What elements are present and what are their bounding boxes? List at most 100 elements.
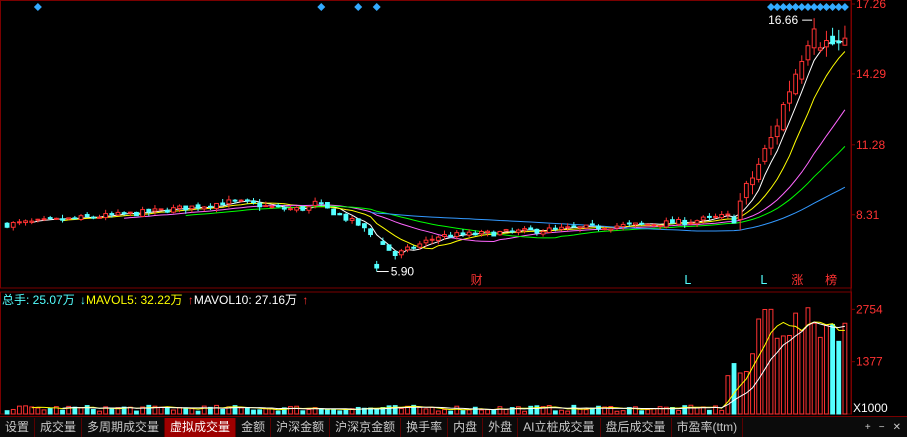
- volume-bar: [682, 405, 688, 415]
- candle-body: [817, 47, 823, 51]
- volume-bar: [497, 406, 503, 415]
- volume-bar: [614, 410, 620, 415]
- candle-body: [768, 137, 774, 149]
- close-icon[interactable]: ✕: [893, 422, 901, 433]
- plus-icon[interactable]: +: [865, 422, 871, 433]
- candle-body: [454, 232, 460, 237]
- volume-bar: [251, 409, 256, 415]
- candle-body: [577, 226, 583, 229]
- tab-pe-ttm[interactable]: 市盈率(ttm): [672, 417, 744, 437]
- volume-bar: [238, 407, 244, 415]
- volume-bar: [374, 408, 380, 415]
- candle-body: [700, 216, 706, 221]
- candle-body: [762, 148, 768, 162]
- candle-body: [177, 205, 182, 209]
- volume-bar: [793, 312, 799, 415]
- tab-turnover-rate[interactable]: 换手率: [401, 417, 449, 437]
- volume-bar: [836, 340, 842, 415]
- tab-inner-volume[interactable]: 内盘: [448, 417, 484, 437]
- candle-body: [830, 35, 836, 45]
- candle-body: [127, 211, 133, 214]
- candle-body: [405, 246, 410, 251]
- candle-body: [774, 125, 780, 138]
- candle-body: [411, 246, 417, 249]
- volume-bar: [811, 322, 817, 415]
- candle-body: [60, 218, 65, 221]
- volume-bar: [171, 409, 176, 415]
- candle-body: [472, 232, 478, 236]
- candle-body: [158, 208, 164, 211]
- candle-body: [10, 222, 16, 228]
- tab-volume[interactable]: 成交量: [35, 417, 83, 437]
- candle-body: [608, 228, 614, 231]
- candle-body: [269, 206, 275, 209]
- candle-body: [731, 216, 737, 224]
- volume-bar: [16, 405, 22, 415]
- volume-bar: [725, 375, 731, 415]
- candle-body: [429, 238, 435, 241]
- candle-body: [688, 222, 694, 225]
- volume-unit-label: X1000: [853, 401, 888, 415]
- candle-body: [626, 222, 632, 225]
- volume-bar: [657, 406, 663, 415]
- event-marker: 涨: [791, 272, 803, 287]
- candle-body: [171, 207, 176, 213]
- candle-body: [294, 206, 300, 211]
- candle-body: [152, 208, 158, 212]
- candle-body: [47, 217, 53, 220]
- volume-bar: [134, 410, 139, 415]
- volume-bar: [158, 406, 164, 415]
- candle-body: [565, 226, 571, 229]
- candle-body: [201, 206, 207, 210]
- tab-sh-sz-amount[interactable]: 沪深金额: [271, 417, 331, 437]
- volume-bar: [651, 408, 657, 415]
- volume-bar: [824, 324, 829, 415]
- tab-multi-period-volume[interactable]: 多周期成交量: [82, 417, 166, 437]
- candle-body: [288, 208, 293, 211]
- candle-body: [109, 213, 115, 216]
- candle-body: [682, 219, 688, 226]
- volume-bar: [84, 405, 90, 415]
- candle-body: [448, 234, 454, 238]
- candle-body: [4, 222, 10, 228]
- volume-bar: [294, 405, 300, 415]
- tab-ai-volume[interactable]: AI立桩成交量: [518, 417, 601, 437]
- volume-bar: [90, 408, 96, 415]
- candle-body: [417, 243, 423, 248]
- legend-mavol10: MAVOL10: 27.16万: [193, 293, 298, 307]
- minus-icon[interactable]: −: [879, 422, 885, 433]
- kline-chart[interactable]: 17.26 14.29 11.28 8.31 2754 1377 X1000 16.66 5.9…: [0, 0, 907, 416]
- volume-bar: [189, 408, 195, 415]
- volume-bar: [676, 409, 681, 415]
- tab-amount[interactable]: 金额: [236, 417, 272, 437]
- tab-outer-volume[interactable]: 外盘: [483, 417, 519, 437]
- candle-body: [121, 212, 127, 215]
- candle-body: [509, 230, 515, 233]
- candle-body: [244, 199, 250, 202]
- candle-body: [805, 45, 811, 61]
- tab-sh-sz-bj-amount[interactable]: 沪深京金额: [330, 417, 402, 437]
- volume-bar: [257, 409, 263, 415]
- tab-virtual-volume[interactable]: 虚拟成交量: [165, 417, 237, 437]
- volume-bar: [448, 410, 454, 415]
- candle-body: [466, 231, 472, 236]
- candle-body: [719, 214, 725, 219]
- volume-bar: [559, 409, 564, 415]
- volume-bar: [429, 407, 435, 415]
- volume-bar: [694, 407, 700, 415]
- max-price-label: 16.66: [768, 13, 798, 27]
- candle-body: [41, 218, 47, 221]
- signal-flag-icon: [354, 3, 363, 11]
- ma10-line: [62, 51, 846, 250]
- candle-body: [103, 213, 109, 219]
- volume-bar: [842, 322, 848, 415]
- volume-bar: [423, 408, 429, 415]
- candle-body: [559, 226, 564, 230]
- legend-mavol5: MAVOL5: 32.22万: [86, 293, 183, 307]
- volume-bar: [706, 409, 712, 415]
- tab-after-hours-volume[interactable]: 盘后成交量: [601, 417, 672, 437]
- candle-body: [380, 241, 386, 245]
- tab-settings[interactable]: 设置: [0, 417, 36, 437]
- candle-body: [503, 229, 509, 232]
- volume-bar: [78, 407, 84, 415]
